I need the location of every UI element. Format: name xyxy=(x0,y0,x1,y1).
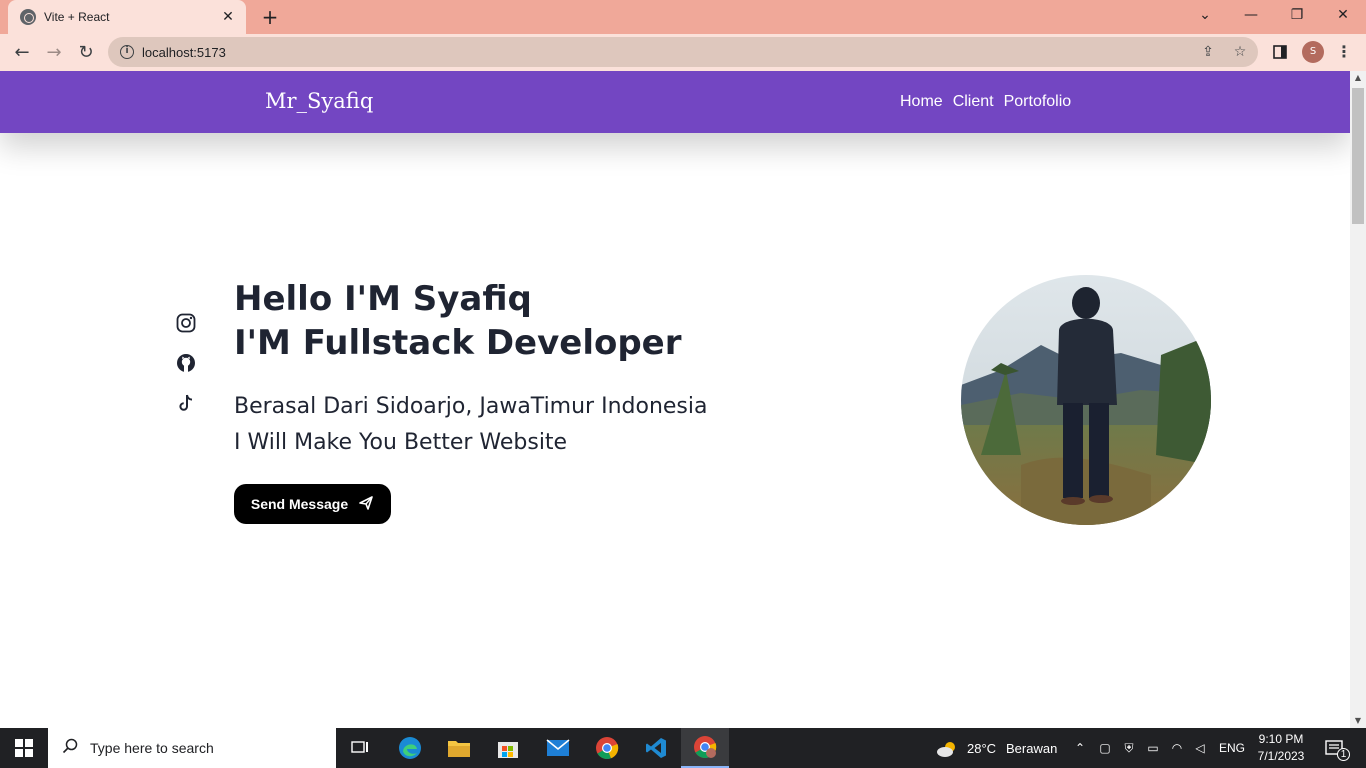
wifi-icon[interactable]: ◠ xyxy=(1169,740,1185,756)
weather-description[interactable]: Berawan xyxy=(1006,741,1057,756)
new-tab-button[interactable]: + xyxy=(258,6,282,28)
send-message-label: Send Message xyxy=(250,496,349,512)
hero-subtitle: Berasal Dari Sidoarjo, JawaTimur Indones… xyxy=(234,389,707,461)
taskbar-search[interactable]: Type here to search xyxy=(48,728,336,768)
nav-home-link[interactable]: Home xyxy=(900,93,943,111)
tab-title: Vite + React xyxy=(44,10,110,24)
hero-subtitle-line-2: I Will Make You Better Website xyxy=(234,430,568,455)
nav-client-link[interactable]: Client xyxy=(953,93,994,111)
taskbar-clock[interactable]: 9:10 PM 7/1/2023 xyxy=(1252,731,1310,765)
mail-icon[interactable] xyxy=(534,728,582,768)
site-navbar: Mr_Syafiq Home Client Portofolio xyxy=(0,71,1350,133)
windows-start-icon[interactable] xyxy=(0,728,48,768)
show-hidden-icons-chevron-icon[interactable]: ⌃ xyxy=(1072,740,1088,756)
chrome-icon[interactable] xyxy=(583,728,631,768)
battery-icon[interactable]: ▭ xyxy=(1145,740,1161,756)
profile-avatar[interactable]: S xyxy=(1302,41,1324,63)
hero-title: Hello I'M Syafiq I'M Fullstack Developer xyxy=(234,277,682,365)
search-placeholder: Type here to search xyxy=(90,740,214,756)
site-info-icon[interactable]: i xyxy=(120,45,134,59)
scroll-up-arrow-icon[interactable]: ▲ xyxy=(1350,71,1366,85)
tiktok-icon[interactable] xyxy=(175,392,197,414)
clock-time: 9:10 PM xyxy=(1258,732,1304,746)
forward-button[interactable]: → xyxy=(42,40,66,64)
vertical-scrollbar[interactable]: ▲ ▼ xyxy=(1350,71,1366,728)
search-icon xyxy=(62,738,78,758)
instagram-icon[interactable] xyxy=(175,312,197,334)
nav-portofolio-link[interactable]: Portofolio xyxy=(1004,93,1072,111)
scroll-thumb[interactable] xyxy=(1352,88,1364,224)
task-view-icon[interactable] xyxy=(336,728,384,768)
edge-icon[interactable] xyxy=(386,728,434,768)
volume-icon[interactable]: ◁ xyxy=(1192,740,1208,756)
restore-button[interactable]: ❐ xyxy=(1274,0,1320,30)
reload-button[interactable]: ↻ xyxy=(74,40,98,64)
browser-tab[interactable]: Vite + React ✕ xyxy=(8,0,246,34)
tab-search-chevron-icon[interactable]: ⌄ xyxy=(1182,0,1228,30)
site-brand[interactable]: Mr_Syafiq xyxy=(265,89,373,113)
close-tab-icon[interactable]: ✕ xyxy=(220,9,236,25)
scroll-down-arrow-icon[interactable]: ▼ xyxy=(1350,714,1366,728)
nav-links: Home Client Portofolio xyxy=(900,93,1071,111)
vscode-icon[interactable] xyxy=(632,728,680,768)
send-message-button[interactable]: Send Message xyxy=(234,484,391,524)
browser-toolbar: ← → ↻ i localhost:5173 ⇪ ☆ S ⋮ xyxy=(0,34,1366,71)
hero-subtitle-line-1: Berasal Dari Sidoarjo, JawaTimur Indones… xyxy=(234,394,708,419)
address-bar[interactable]: i localhost:5173 ⇪ ☆ xyxy=(108,37,1258,67)
notification-badge: 1 xyxy=(1337,748,1350,761)
share-icon[interactable]: ⇪ xyxy=(1196,37,1220,67)
security-icon[interactable]: ⛨ xyxy=(1121,740,1137,756)
windows-taskbar: Type here to search 28°C Berawan ⌃ ▢ ⛨ ▭… xyxy=(0,728,1366,768)
tab-strip: Vite + React ✕ + ⌄ — ❐ ✕ xyxy=(0,0,1366,34)
menu-kebab-icon[interactable]: ⋮ xyxy=(1336,40,1352,64)
hero-title-line-2: I'M Fullstack Developer xyxy=(234,323,682,363)
send-icon xyxy=(358,495,374,514)
hero-title-line-1: Hello I'M Syafiq xyxy=(234,279,532,319)
file-explorer-icon[interactable] xyxy=(435,728,483,768)
microsoft-store-icon[interactable] xyxy=(484,728,532,768)
close-window-button[interactable]: ✕ xyxy=(1320,0,1366,30)
github-icon[interactable] xyxy=(175,352,197,374)
clock-date: 7/1/2023 xyxy=(1257,749,1305,763)
globe-icon xyxy=(20,9,36,25)
minimize-button[interactable]: — xyxy=(1228,0,1274,30)
page-viewport: Mr_Syafiq Home Client Portofolio Hello I… xyxy=(0,71,1350,728)
language-indicator[interactable]: ENG xyxy=(1219,741,1245,755)
side-panel-icon[interactable] xyxy=(1268,40,1292,64)
bookmark-star-icon[interactable]: ☆ xyxy=(1228,37,1252,67)
url-text: localhost:5173 xyxy=(142,44,226,60)
weather-temperature[interactable]: 28°C xyxy=(967,741,996,756)
back-button[interactable]: ← xyxy=(10,40,34,64)
weather-icon[interactable] xyxy=(936,740,960,757)
chrome-profile-active-icon[interactable] xyxy=(681,728,729,768)
profile-photo xyxy=(961,275,1211,525)
meet-icon[interactable]: ▢ xyxy=(1097,740,1113,756)
